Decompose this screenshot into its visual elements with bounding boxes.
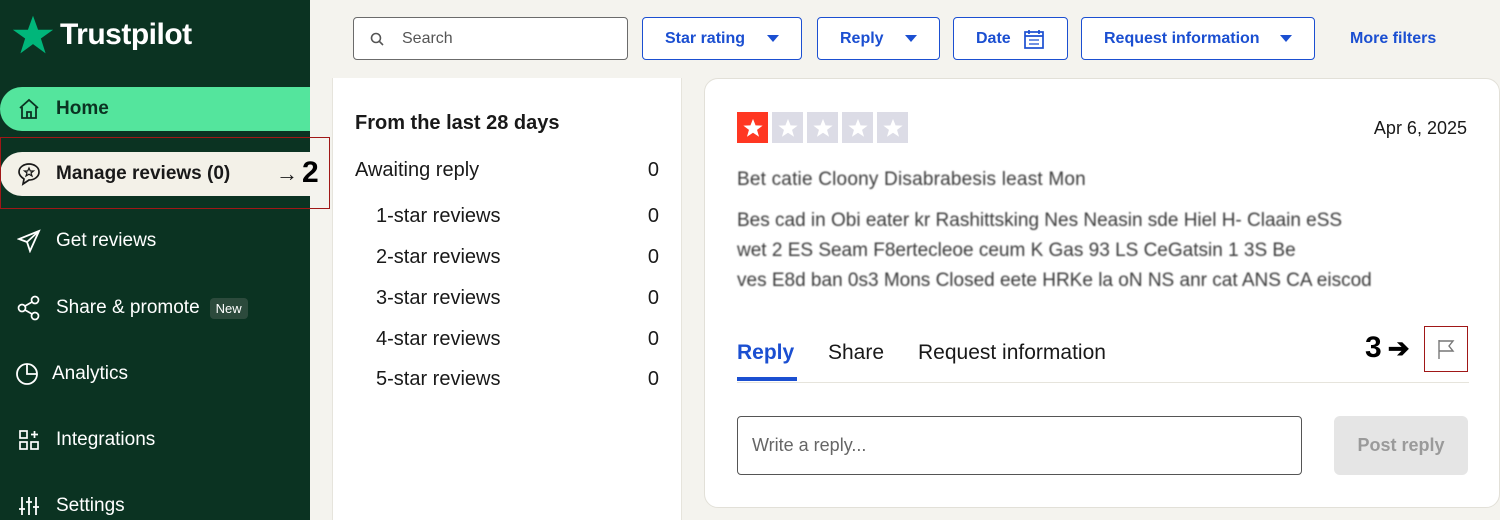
tab-share[interactable]: Share [828,341,884,365]
sidebar-item-label: Analytics [52,363,129,384]
review-date: Apr 6, 2025 [1373,118,1467,138]
review-card: Apr 6, 2025 Bet catie Cloony Disabrabesi… [704,78,1500,508]
brand-name: Trustpilot [60,18,192,51]
share-icon [16,295,42,321]
review-body-line: wet 2 ES Seam F8ertecleoe ceum K Gas 93 … [737,240,1296,261]
stats-panel: From the last 28 days Awaiting reply 0 1… [332,78,682,520]
flag-icon [1438,340,1455,359]
review-body-line: Bes cad in Obi eater kr Rashittsking Nes… [737,210,1343,231]
star-icon [737,112,768,143]
stat-label-4-star[interactable]: 4-star reviews [376,328,500,351]
annotation-number-3: 3 [1365,331,1382,364]
chevron-down-icon [767,35,779,42]
tab-reply[interactable]: Reply [737,341,794,365]
sidebar-item-label: Home [56,98,109,119]
stat-label-2-star[interactable]: 2-star reviews [376,246,500,269]
stat-label-3-star[interactable]: 3-star reviews [376,287,500,310]
annotation-box-2 [0,137,330,209]
star-rating [737,112,908,143]
sidebar-item-label: Share & promote [56,297,200,318]
sidebar-item-get-reviews[interactable]: Get reviews [0,219,310,263]
sidebar-item-analytics[interactable]: Analytics [0,352,310,396]
filter-label: Star rating [665,29,746,47]
search-placeholder: Search [402,29,453,47]
home-icon [16,96,42,122]
sliders-icon [16,493,42,519]
stat-value: 0 [647,205,659,227]
chevron-down-icon [1280,35,1292,42]
annotation-number-2: 2 [302,156,319,189]
trustpilot-logo[interactable]: Trustpilot [12,14,192,56]
reply-input[interactable] [737,416,1302,475]
sidebar: Trustpilot Home Manage reviews (0) → 2 G… [0,0,330,520]
review-body: Bes cad in Obi eater kr Rashittsking Nes… [737,206,1467,296]
stat-value: 0 [647,368,659,390]
pie-chart-icon [14,361,40,387]
more-filters-link[interactable]: More filters [1350,30,1436,48]
review-action-tabs: Reply Share Request information [737,337,1469,383]
stat-label-awaiting-reply[interactable]: Awaiting reply [355,159,479,182]
date-filter-button[interactable]: Date [953,17,1068,60]
search-icon [370,32,384,46]
request-information-filter-button[interactable]: Request information [1081,17,1315,60]
reply-filter-button[interactable]: Reply [817,17,940,60]
filter-label: Date [976,29,1011,47]
stat-value: 0 [647,246,659,268]
sidebar-item-label: Settings [56,495,125,516]
search-input[interactable]: Search [353,17,628,60]
star-icon [842,112,873,143]
star-icon [772,112,803,143]
stat-value: 0 [647,159,659,181]
filter-bar: Search Star rating Reply Date Request in… [310,0,1500,78]
tab-request-information[interactable]: Request information [918,341,1106,365]
sidebar-item-home[interactable]: Home [0,87,310,131]
new-badge: New [209,297,248,319]
star-icon [877,112,908,143]
trustpilot-star-icon [12,15,54,54]
grid-icon [16,427,42,453]
sidebar-item-label: Integrations [56,429,156,450]
calendar-icon [1024,29,1044,49]
review-title: Bet catie Cloony Disabrabesis least Mon [737,169,1086,190]
sidebar-item-label: Get reviews [56,230,157,251]
chevron-down-icon [905,35,917,42]
report-flag-button[interactable] [1424,326,1468,372]
arrow-right-icon: ➔ [1387,332,1410,363]
stat-value: 0 [647,287,659,309]
stats-title: From the last 28 days [355,112,560,134]
star-icon [807,112,838,143]
sidebar-item-share-promote[interactable]: Share & promote New [0,286,310,330]
star-rating-filter-button[interactable]: Star rating [642,17,802,60]
sidebar-item-integrations[interactable]: Integrations [0,418,310,462]
annotation-3: 3 ➔ [1365,331,1409,365]
filter-label: Request information [1104,29,1260,47]
post-reply-button[interactable]: Post reply [1334,416,1468,475]
stat-value: 0 [647,328,659,350]
review-body-line: ves E8d ban 0s3 Mons Closed eete HRKe la… [737,270,1372,291]
filter-label: Reply [840,29,884,47]
stat-label-5-star[interactable]: 5-star reviews [376,368,500,391]
sidebar-item-settings[interactable]: Settings [0,484,310,520]
send-icon [16,228,42,254]
stat-label-1-star[interactable]: 1-star reviews [376,205,500,228]
active-tab-indicator [737,377,797,381]
